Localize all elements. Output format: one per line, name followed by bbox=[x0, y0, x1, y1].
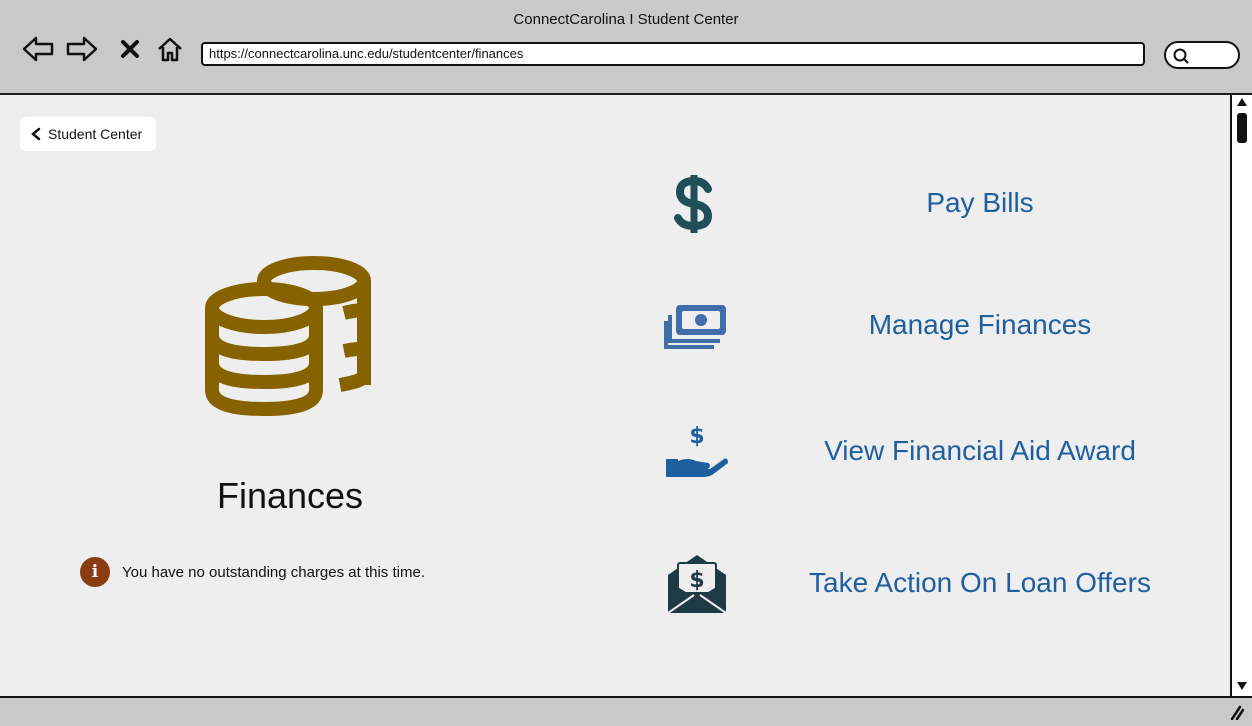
status-bar bbox=[0, 696, 1252, 726]
notice-text: You have no outstanding charges at this … bbox=[122, 563, 425, 581]
scroll-down-arrow-icon[interactable] bbox=[1236, 681, 1248, 691]
vertical-scrollbar[interactable] bbox=[1230, 95, 1252, 696]
envelope-dollar-icon[interactable]: $ bbox=[664, 551, 730, 617]
home-icon[interactable] bbox=[154, 34, 186, 64]
money-bills-icon[interactable] bbox=[664, 303, 730, 349]
view-financial-aid-award-link[interactable]: View Financial Aid Award bbox=[770, 435, 1190, 467]
page-content: Student Center Finances i You have no ou… bbox=[0, 95, 1230, 696]
scroll-up-arrow-icon[interactable] bbox=[1236, 97, 1248, 107]
browser-search-field[interactable] bbox=[1164, 41, 1240, 69]
take-action-on-loan-offers-link[interactable]: Take Action On Loan Offers bbox=[770, 567, 1190, 599]
resize-grip-icon[interactable] bbox=[1228, 704, 1244, 720]
pay-bills-link[interactable]: Pay Bills bbox=[770, 187, 1190, 219]
scrollbar-thumb[interactable] bbox=[1237, 113, 1247, 143]
chevron-left-icon bbox=[31, 127, 41, 141]
stop-icon[interactable] bbox=[118, 34, 142, 64]
forward-arrow-icon[interactable] bbox=[64, 34, 100, 64]
back-arrow-icon[interactable] bbox=[20, 34, 56, 64]
manage-finances-link[interactable]: Manage Finances bbox=[770, 309, 1190, 341]
back-to-student-center-button[interactable]: Student Center bbox=[20, 117, 157, 151]
info-icon: i bbox=[80, 557, 110, 587]
url-bar[interactable]: https://connectcarolina.unc.edu/studentc… bbox=[201, 42, 1145, 66]
dollar-icon[interactable] bbox=[672, 173, 716, 235]
notice-message: i You have no outstanding charges at thi… bbox=[80, 557, 425, 587]
coins-icon bbox=[205, 256, 371, 417]
search-icon bbox=[1173, 48, 1189, 64]
back-label: Student Center bbox=[48, 126, 143, 142]
hand-dollar-icon[interactable]: $ bbox=[664, 423, 730, 481]
page-title: Finances bbox=[216, 475, 364, 516]
browser-titlebar: ConnectCarolina I Student Center https:/… bbox=[0, 0, 1252, 95]
svg-text:$: $ bbox=[689, 568, 704, 593]
window-title: ConnectCarolina I Student Center bbox=[513, 11, 739, 28]
svg-text:$: $ bbox=[689, 424, 704, 449]
